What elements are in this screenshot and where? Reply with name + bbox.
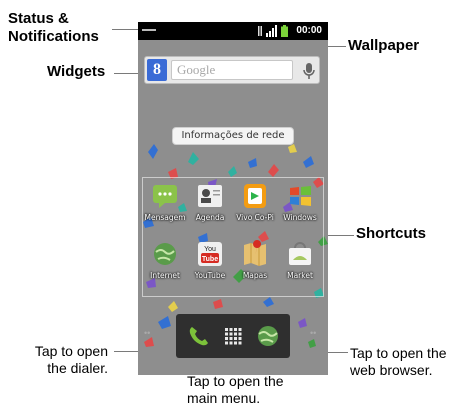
status-time: 00:00 [296, 25, 322, 36]
svg-text:You: You [204, 246, 216, 253]
battery-icon [281, 25, 288, 37]
notification-indicator-icon [142, 29, 156, 31]
app-shortcut-internet[interactable]: Internet [143, 238, 187, 296]
app-shortcut-mapas[interactable]: Mapas [233, 238, 277, 296]
app-label: YouTube [194, 271, 226, 280]
app-label: Market [287, 271, 313, 280]
callout-main-menu: Tap to open the main menu. [187, 373, 284, 407]
globe-icon [154, 243, 176, 265]
google-search-button[interactable]: 8 [147, 59, 167, 81]
app-shortcut-windows[interactable]: Windows [278, 180, 322, 238]
page-indicator-left: •• [144, 328, 151, 338]
shortcuts-leader-line [324, 235, 354, 236]
app-label: Windows [283, 213, 317, 222]
browser-globe-icon[interactable] [252, 320, 284, 352]
callout-wallpaper: Wallpaper [348, 37, 420, 54]
dock [176, 314, 290, 358]
google-search-widget[interactable]: 8 Google [144, 56, 320, 84]
callout-browser: Tap to open the web browser. [350, 345, 447, 379]
apps-grid-icon[interactable] [217, 320, 249, 352]
message-icon [153, 185, 177, 208]
callout-menu-line1: Tap to open the [187, 373, 284, 389]
callout-shortcuts: Shortcuts [356, 225, 427, 242]
windows-icon [290, 186, 311, 206]
signal-strength-icon [266, 25, 277, 37]
app-label: Mensagem [144, 213, 186, 222]
app-label: Agenda [195, 213, 225, 222]
app-shortcut-market[interactable]: Market [278, 238, 322, 296]
callout-dialer: Tap to open the dialer. [34, 343, 108, 377]
network-info-widget[interactable]: Informações de rede [172, 127, 294, 145]
status-leader-line [112, 29, 138, 30]
phone-icon[interactable] [182, 320, 214, 352]
phone-home-screen: 00:00 8 Google Informações de rede Mensa… [138, 22, 328, 375]
callout-dialer-line1: Tap to open [34, 343, 108, 359]
microphone-icon[interactable] [301, 61, 317, 81]
youtube-icon: You Tube [198, 242, 222, 266]
shortcuts-grid: Mensagem Agenda Vivo Co-Pi Windows Inter… [142, 177, 324, 297]
data-transfer-icon [258, 26, 262, 36]
maps-icon [244, 240, 266, 266]
callout-status-notifications: Status & Notifications [8, 10, 99, 46]
app-shortcut-vivo[interactable]: Vivo Co-Pi [233, 180, 277, 238]
app-shortcut-mensagem[interactable]: Mensagem [143, 180, 187, 238]
callout-dialer-line2: the dialer. [47, 360, 108, 376]
callout-browser-line1: Tap to open the [350, 345, 447, 361]
google-search-field[interactable]: Google [171, 60, 293, 80]
callout-status-line2: Notifications [8, 28, 99, 45]
status-bar[interactable]: 00:00 [138, 22, 328, 40]
market-icon [289, 242, 311, 265]
app-shortcut-youtube[interactable]: You Tube YouTube [188, 238, 232, 296]
callout-widgets: Widgets [47, 63, 106, 80]
app-shortcut-agenda[interactable]: Agenda [188, 180, 232, 238]
callout-menu-line2: main menu. [187, 390, 261, 406]
app-label: Mapas [242, 271, 268, 280]
contacts-icon [198, 185, 222, 207]
vivo-icon [244, 184, 266, 208]
callout-browser-line2: web browser. [350, 362, 433, 378]
svg-text:Tube: Tube [202, 256, 218, 263]
app-label: Internet [150, 271, 180, 280]
page-indicator-right: •• [310, 328, 317, 338]
app-label: Vivo Co-Pi [236, 213, 274, 222]
callout-status-line1: Status & [8, 10, 69, 27]
